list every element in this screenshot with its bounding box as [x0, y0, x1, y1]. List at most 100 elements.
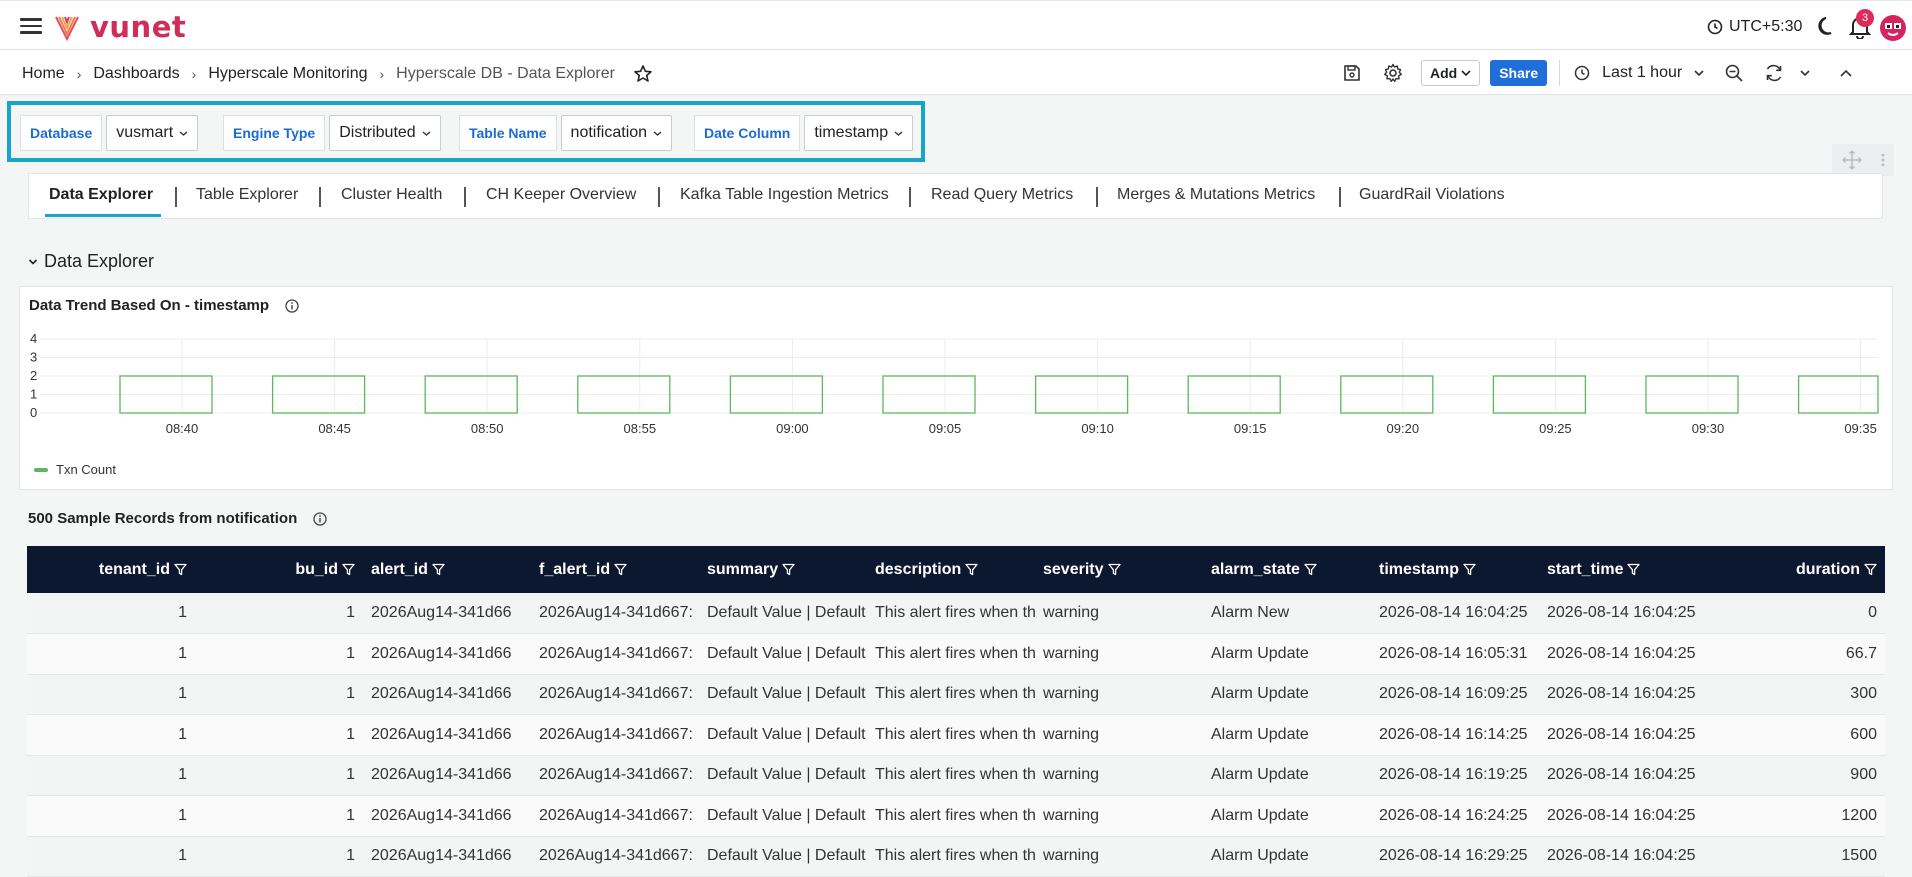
y-tick-label: 4 [30, 331, 37, 346]
cell-severity: warning [1035, 674, 1203, 715]
menu-icon[interactable] [20, 18, 42, 34]
table-row[interactable]: 1 1 2026Aug14-341d66 2026Aug14-341d667: Defa… [27, 674, 1885, 715]
zoom-out-icon[interactable] [1722, 61, 1746, 85]
filter-funnel-icon[interactable] [614, 563, 627, 576]
breadcrumb-hyperscale-monitoring[interactable]: Hyperscale Monitoring [208, 65, 367, 83]
column-header-timestamp[interactable]: timestamp [1371, 546, 1539, 593]
column-header-alarm-state[interactable]: alarm_state [1203, 546, 1371, 593]
cell-severity: warning [1035, 795, 1203, 837]
share-button[interactable]: Share [1490, 60, 1548, 86]
cell-summary: Default Value | Default [699, 836, 867, 877]
table-row[interactable]: 1 1 2026Aug14-341d66 2026Aug14-341d667: Defa… [27, 836, 1885, 877]
column-header-alert-id[interactable]: alert_id [363, 546, 531, 593]
cell-summary: Default Value | Default [699, 593, 867, 634]
cell-alert-id: 2026Aug14-341d66 [363, 633, 531, 675]
more-vertical-icon[interactable] [1881, 152, 1885, 168]
tab-kafka-table-ingestion-metrics[interactable]: Kafka Table Ingestion Metrics [680, 186, 889, 204]
column-header-bu-id[interactable]: bu_id [195, 546, 363, 593]
table-row[interactable]: 1 1 2026Aug14-341d66 2026Aug14-341d667: Defa… [27, 755, 1885, 796]
tab-merges-mutations-metrics[interactable]: Merges & Mutations Metrics [1117, 186, 1315, 204]
filter-funnel-icon[interactable] [965, 563, 978, 576]
cell-severity: warning [1035, 714, 1203, 756]
timezone-indicator[interactable]: UTC+5:30 [1707, 18, 1802, 36]
select-value: timestamp [814, 124, 889, 141]
column-header-summary[interactable]: summary [699, 546, 867, 593]
cell-duration: 600 [1707, 714, 1885, 756]
filter-funnel-icon[interactable] [342, 563, 355, 576]
save-icon[interactable] [1340, 61, 1364, 85]
cell-duration: 900 [1707, 755, 1885, 796]
breadcrumb-bar: Home › Dashboards › Hyperscale Monitorin… [0, 50, 1912, 95]
filter-table-name: Table Name notification [459, 115, 673, 151]
filter-funnel-icon[interactable] [174, 563, 187, 576]
cell-summary: Default Value | Default [699, 633, 867, 675]
filter-funnel-icon[interactable] [1463, 563, 1476, 576]
column-header-tenant-id[interactable]: tenant_id [27, 546, 195, 593]
brand-name: vunet [90, 10, 187, 44]
share-button-label: Share [1499, 65, 1539, 81]
cell-timestamp: 2026-08-14 16:09:25 [1371, 674, 1539, 715]
tab-ch-keeper-overview[interactable]: CH Keeper Overview [486, 186, 636, 204]
variable-filters: Database vusmart Engine Type Distributed… [7, 101, 925, 162]
x-tick-label: 09:25 [1539, 421, 1572, 436]
section-header[interactable]: Data Explorer [28, 251, 154, 272]
tab-guardrail-violations[interactable]: GuardRail Violations [1359, 186, 1505, 204]
x-tick-label: 08:50 [471, 421, 504, 436]
breadcrumb-dashboards[interactable]: Dashboards [93, 65, 179, 83]
cell-duration: 1200 [1707, 795, 1885, 837]
breadcrumb-home[interactable]: Home [22, 65, 65, 83]
cell-alarm-state: Alarm Update [1203, 795, 1371, 837]
logo[interactable]: vunet [54, 10, 187, 44]
chart-legend[interactable]: Txn Count [34, 462, 116, 477]
refresh-interval-chevron-down-icon[interactable] [1793, 61, 1817, 85]
cell-start-time: 2026-08-14 16:04:25 [1539, 593, 1707, 634]
tab-read-query-metrics[interactable]: Read Query Metrics [931, 186, 1073, 204]
cell-tenant-id: 1 [27, 674, 195, 715]
engine-type-select[interactable]: Distributed [329, 115, 441, 151]
favorite-star-icon[interactable] [633, 64, 653, 84]
table-name-select[interactable]: notification [560, 115, 673, 151]
column-header-label: alarm_state [1211, 560, 1300, 578]
table-row[interactable]: 1 1 2026Aug14-341d66 2026Aug14-341d667: Defa… [27, 795, 1885, 837]
cell-alert-id: 2026Aug14-341d66 [363, 795, 531, 837]
column-header-description[interactable]: description [867, 546, 1035, 593]
info-icon[interactable] [313, 511, 327, 526]
panel-drag-handle[interactable] [1832, 144, 1894, 176]
cell-tenant-id: 1 [27, 593, 195, 634]
tab-divider [1096, 187, 1098, 207]
filter-funnel-icon[interactable] [1864, 563, 1877, 576]
add-button[interactable]: Add [1421, 60, 1481, 86]
tab-divider [464, 187, 466, 207]
user-avatar[interactable] [1880, 15, 1906, 41]
x-tick-label: 08:45 [318, 421, 351, 436]
cell-f-alert-id: 2026Aug14-341d667: [531, 714, 699, 756]
settings-gear-icon[interactable] [1381, 61, 1405, 85]
cell-start-time: 2026-08-14 16:04:25 [1539, 836, 1707, 877]
filter-funnel-icon[interactable] [1304, 563, 1317, 576]
date-column-select[interactable]: timestamp [804, 115, 914, 151]
table-row[interactable]: 1 1 2026Aug14-341d66 2026Aug14-341d667: Defa… [27, 633, 1885, 675]
filter-funnel-icon[interactable] [1627, 563, 1641, 576]
column-header-start-time[interactable]: start_time [1539, 546, 1707, 593]
column-header-duration[interactable]: duration [1707, 546, 1885, 593]
refresh-icon[interactable] [1762, 61, 1786, 85]
filter-funnel-icon[interactable] [782, 563, 795, 576]
x-tick-label: 09:35 [1844, 421, 1877, 436]
tab-cluster-health[interactable]: Cluster Health [341, 186, 442, 204]
filter-label: Date Column [694, 115, 801, 151]
column-header-severity[interactable]: severity [1035, 546, 1203, 593]
chevron-down-icon [1694, 70, 1704, 77]
table-row[interactable]: 1 1 2026Aug14-341d66 2026Aug14-341d667: Defa… [27, 714, 1885, 756]
filter-funnel-icon[interactable] [1107, 563, 1121, 576]
cell-severity: warning [1035, 755, 1203, 796]
tab-data-explorer[interactable]: Data Explorer [49, 186, 153, 204]
database-select[interactable]: vusmart [106, 115, 199, 151]
filter-funnel-icon[interactable] [432, 563, 445, 576]
time-range-picker[interactable]: Last 1 hour [1574, 64, 1704, 82]
column-header-f-alert-id[interactable]: f_alert_id [531, 546, 699, 593]
info-icon[interactable] [285, 298, 299, 313]
dark-mode-icon[interactable] [1816, 16, 1838, 38]
collapse-chevron-up-icon[interactable] [1834, 61, 1858, 85]
tab-table-explorer[interactable]: Table Explorer [196, 186, 298, 204]
table-row[interactable]: 1 1 2026Aug14-341d66 2026Aug14-341d667: Defa… [27, 593, 1885, 634]
